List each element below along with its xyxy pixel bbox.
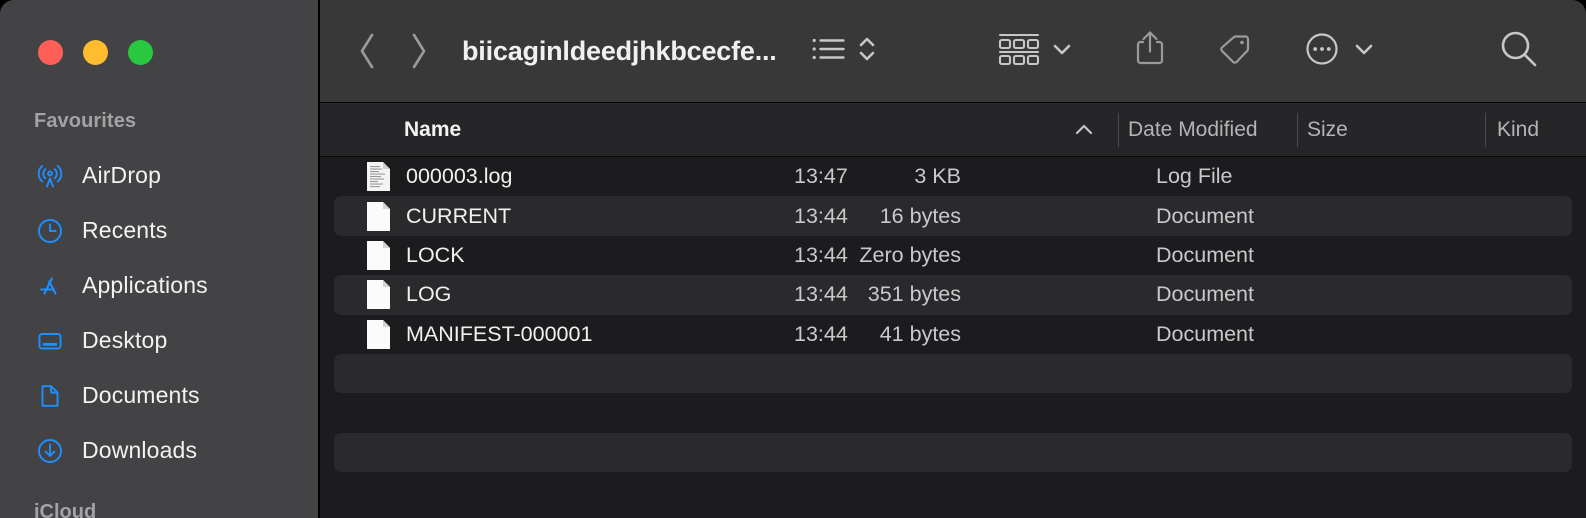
empty-row [334, 472, 1572, 511]
table-row[interactable]: LOCK 13:44 Zero bytes Document [334, 236, 1572, 275]
main-content: biicaginldeedjhkbcecfe... Name Date Modi… [318, 0, 1586, 518]
empty-row [334, 393, 1572, 432]
traffic-lights [38, 40, 153, 65]
app-store-icon [36, 272, 64, 300]
sidebar-item-label: Downloads [82, 437, 198, 463]
table-row[interactable]: LOG 13:44 351 bytes Document [334, 275, 1572, 315]
column-header-kind[interactable]: Kind [1497, 103, 1539, 157]
close-window-button[interactable] [38, 40, 63, 65]
column-resize-handle[interactable] [1297, 113, 1298, 147]
airdrop-icon [36, 162, 64, 190]
file-name-label: 000003.log [406, 164, 513, 189]
file-kind-cell: Log File [1156, 164, 1233, 189]
sort-ascending-icon [1072, 103, 1096, 157]
sidebar-item-label: AirDrop [82, 162, 162, 188]
table-row[interactable]: CURRENT 13:44 16 bytes Document [334, 196, 1572, 236]
file-date-cell: 13:44 [794, 321, 848, 346]
search-icon [1496, 26, 1542, 77]
file-size-cell: Zero bytes [859, 242, 961, 267]
minimize-window-button[interactable] [83, 40, 108, 65]
document-icon [36, 382, 64, 410]
blank-document-icon [366, 319, 391, 350]
sidebar-item-recents[interactable]: Recents [0, 203, 318, 258]
tag-icon [1215, 29, 1255, 74]
table-row[interactable]: MANIFEST-000001 13:44 41 bytes Document [334, 315, 1572, 354]
column-resize-handle[interactable] [1118, 113, 1119, 147]
sidebar: Favourites AirDrop Recents Applications … [0, 0, 318, 518]
file-size-cell: 16 bytes [879, 203, 961, 228]
chevron-down-icon [1051, 38, 1073, 65]
file-name-label: LOG [406, 282, 452, 307]
file-kind-cell: Document [1156, 321, 1254, 346]
sidebar-section-favourites: Favourites [34, 110, 137, 132]
download-icon [36, 437, 64, 465]
view-mode-button[interactable] [811, 32, 877, 71]
blank-document-icon [366, 201, 391, 232]
file-date-cell: 13:44 [794, 282, 848, 307]
sidebar-item-label: Applications [82, 272, 208, 298]
sidebar-item-label: Recents [82, 217, 168, 243]
maximize-window-button[interactable] [128, 40, 153, 65]
file-kind-cell: Document [1156, 282, 1254, 307]
list-view-icon [811, 33, 847, 70]
file-size-cell: 3 KB [914, 164, 961, 189]
finder-window: Favourites AirDrop Recents Applications … [0, 0, 1586, 518]
sidebar-item-documents[interactable]: Documents [0, 368, 318, 423]
clock-icon [36, 217, 64, 245]
grid-group-icon [997, 31, 1041, 72]
file-kind-cell: Document [1156, 203, 1254, 228]
column-resize-handle[interactable] [1485, 113, 1486, 147]
back-icon[interactable] [356, 30, 380, 72]
column-header-size[interactable]: Size [1307, 103, 1348, 157]
file-date-cell: 13:44 [794, 242, 848, 267]
sidebar-item-downloads[interactable]: Downloads [0, 423, 318, 478]
search-button[interactable] [1496, 26, 1542, 77]
sidebar-section-icloud: iCloud [34, 501, 97, 518]
file-date-cell: 13:44 [794, 203, 848, 228]
column-headers: Name Date Modified Size Kind [320, 103, 1586, 157]
share-icon [1133, 29, 1167, 74]
column-header-date-modified[interactable]: Date Modified [1128, 103, 1258, 157]
file-date-cell: 13:47 [794, 164, 848, 189]
sidebar-list: AirDrop Recents Applications Desktop Doc… [0, 148, 318, 478]
chevron-updown-icon [857, 32, 877, 71]
file-list[interactable]: 000003.log 13:47 3 KB Log File CURRENT 1… [320, 157, 1586, 518]
desktop-icon [36, 327, 64, 355]
column-header-name[interactable]: Name [404, 103, 461, 157]
tags-button[interactable] [1215, 29, 1255, 74]
file-name-label: CURRENT [406, 203, 512, 228]
file-name-cell: 000003.log [366, 161, 512, 192]
file-kind-cell: Document [1156, 242, 1254, 267]
empty-row [334, 353, 1572, 394]
forward-icon[interactable] [406, 30, 430, 72]
blank-document-icon [366, 279, 391, 310]
text-document-icon [366, 161, 391, 192]
group-by-button[interactable] [997, 31, 1073, 72]
blank-document-icon [366, 240, 391, 271]
sidebar-item-label: Desktop [82, 327, 168, 353]
navigation-buttons [356, 30, 430, 72]
share-button[interactable] [1133, 29, 1167, 74]
sidebar-item-desktop[interactable]: Desktop [0, 313, 318, 368]
file-name-cell: MANIFEST-000001 [366, 319, 592, 350]
sidebar-item-label: Documents [82, 382, 200, 408]
toolbar: biicaginldeedjhkbcecfe... [320, 0, 1586, 103]
chevron-down-icon [1353, 38, 1375, 65]
file-name-cell: LOCK [366, 240, 465, 271]
ellipsis-circle-icon [1301, 28, 1343, 75]
sidebar-item-applications[interactable]: Applications [0, 258, 318, 313]
more-actions-button[interactable] [1301, 28, 1375, 75]
sidebar-item-airdrop[interactable]: AirDrop [0, 148, 318, 203]
file-name-cell: CURRENT [366, 201, 511, 232]
table-row[interactable]: 000003.log 13:47 3 KB Log File [334, 157, 1572, 196]
window-title: biicaginldeedjhkbcecfe... [462, 35, 777, 66]
file-size-cell: 351 bytes [867, 282, 961, 307]
file-size-cell: 41 bytes [879, 321, 961, 346]
empty-row [334, 432, 1572, 473]
file-name-cell: LOG [366, 279, 451, 310]
file-name-label: LOCK [406, 242, 465, 267]
file-name-label: MANIFEST-000001 [406, 321, 593, 346]
